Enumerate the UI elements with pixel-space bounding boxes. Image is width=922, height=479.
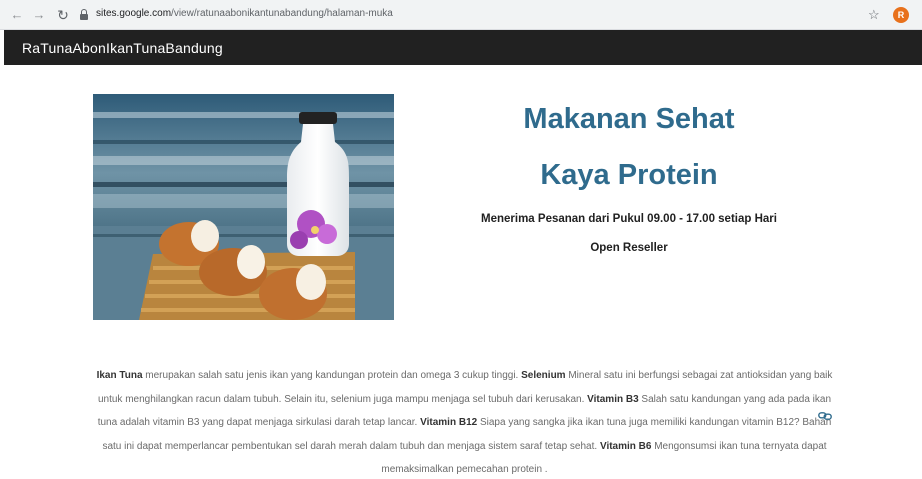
order-hours-text: Menerima Pesanan dari Pukul 09.00 - 17.0… <box>481 213 777 225</box>
tuna-benefits-paragraph: Ikan Tuna merupakan salah satu jenis ika… <box>92 364 837 479</box>
term-vitamin-b3: Vitamin B3 <box>587 393 639 405</box>
url-path: /view/ratunaabonikantunabandung/halaman-… <box>171 8 393 19</box>
headline-kaya-protein: Kaya Protein <box>540 159 718 191</box>
forward-arrow-icon[interactable]: → <box>30 6 48 24</box>
url-text[interactable]: sites.google.com/view/ratunaabonikantuna… <box>96 8 393 19</box>
text-ikan-tuna: merupakan salah satu jenis ikan yang kan… <box>142 370 522 381</box>
product-photo <box>93 94 394 320</box>
site-title[interactable]: RaTunaAbonIkanTunaBandung <box>22 40 223 56</box>
link-icon[interactable] <box>818 411 832 421</box>
headline-makanan-sehat: Makanan Sehat <box>523 103 735 135</box>
lock-icon[interactable] <box>80 9 88 20</box>
url-host: sites.google.com <box>96 8 172 19</box>
reload-icon[interactable]: ↻ <box>54 6 72 24</box>
address-bar[interactable]: sites.google.com/view/ratunaabonikantuna… <box>76 5 884 25</box>
back-arrow-icon[interactable]: ← <box>8 6 26 24</box>
open-reseller-text: Open Reseller <box>590 242 668 254</box>
term-ikan-tuna: Ikan Tuna <box>96 370 143 381</box>
term-selenium: Selenium <box>521 370 566 381</box>
site-header: RaTunaAbonIkanTunaBandung <box>4 30 922 65</box>
bookmark-star-icon[interactable]: ☆ <box>868 6 880 24</box>
profile-avatar-icon[interactable]: R <box>893 7 909 23</box>
term-vitamin-b12: Vitamin B12 <box>420 417 478 429</box>
term-vitamin-b6: Vitamin B6 <box>599 440 652 452</box>
hero-image <box>93 94 394 320</box>
browser-toolbar: ← → ↻ sites.google.com/view/ratunaabonik… <box>0 0 922 30</box>
